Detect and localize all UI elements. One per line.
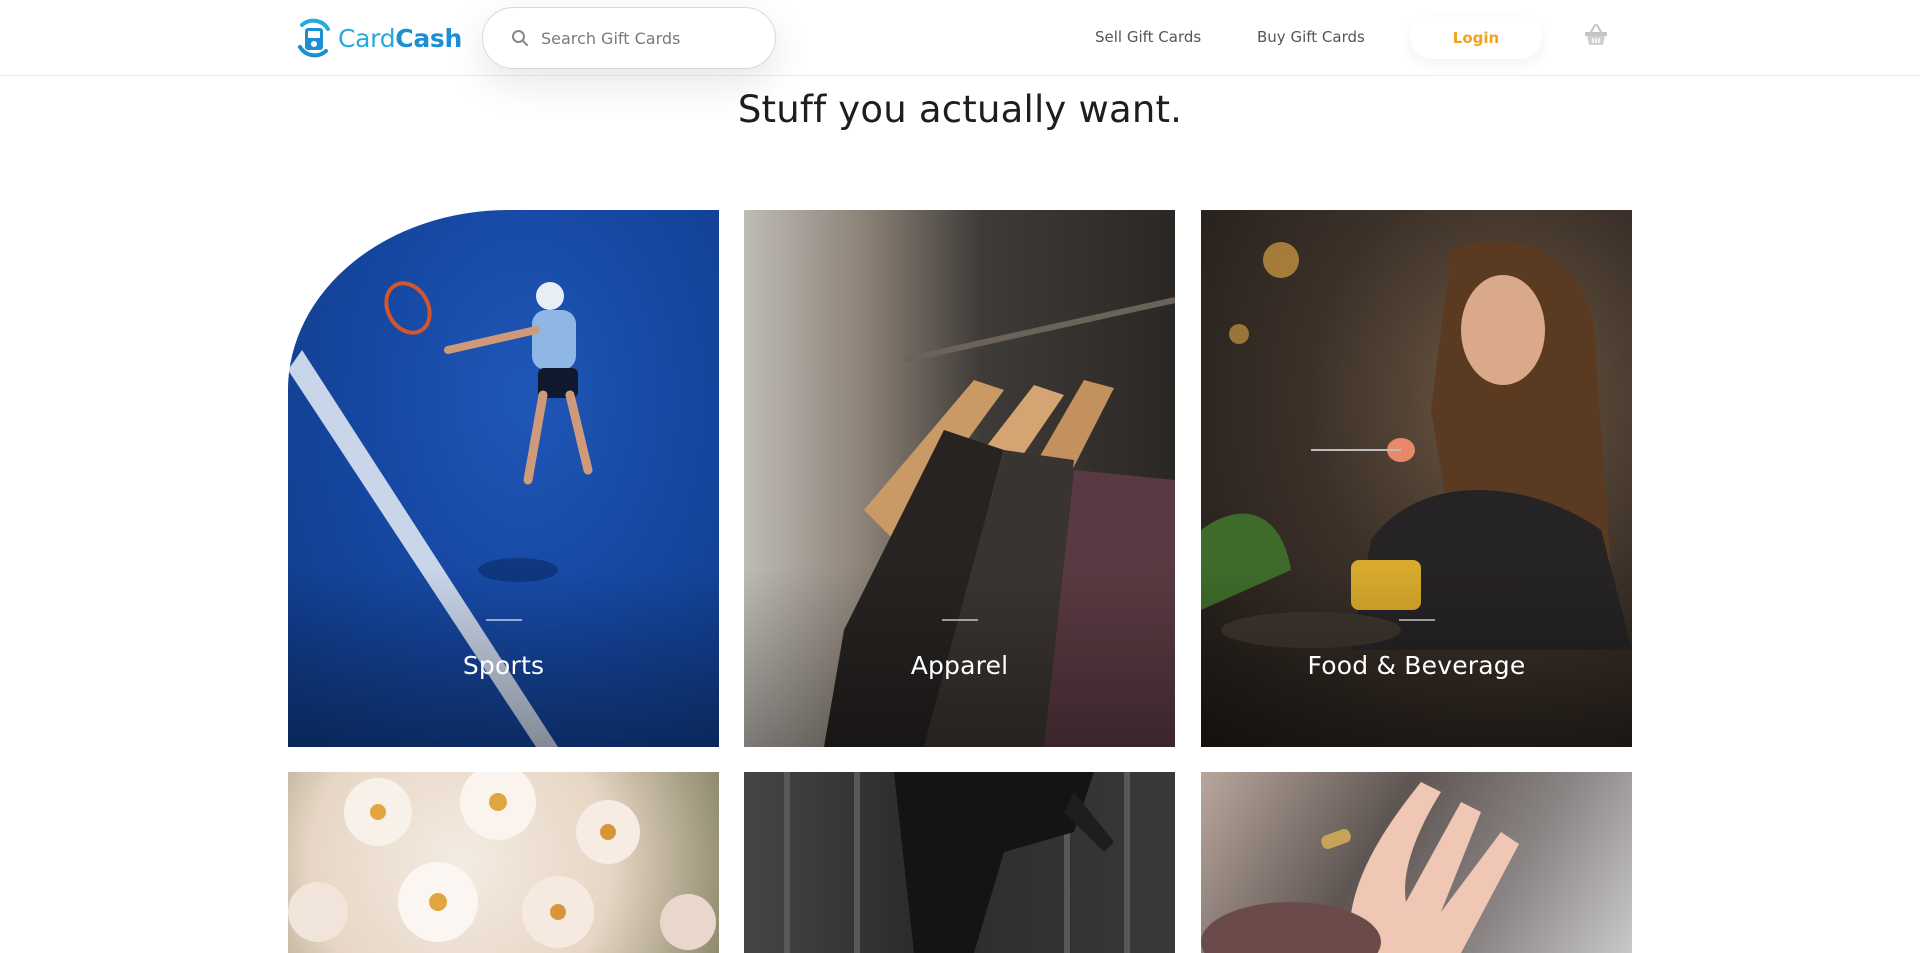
category-tile-sports[interactable]: Sports [288,210,719,747]
category-label: Food & Beverage [1307,651,1526,680]
category-label: Apparel [910,651,1009,680]
tile-divider [485,619,522,621]
search-icon [511,29,529,47]
category-tile-flowers[interactable] [288,772,719,953]
category-tile-apparel[interactable]: Apparel [744,210,1175,747]
tile-divider [941,619,978,621]
category-tile-food-beverage[interactable]: Food & Beverage [1201,210,1632,747]
search-box[interactable] [482,7,776,69]
basket-icon[interactable] [1583,22,1609,48]
page-headline: Stuff you actually want. [737,88,1183,131]
cardcash-logo-icon [298,18,330,58]
nav-sell-gift-cards[interactable]: Sell Gift Cards [1095,28,1201,46]
search-input[interactable] [541,28,761,48]
nav-buy-gift-cards[interactable]: Buy Gift Cards [1257,28,1365,46]
tile-divider [1398,619,1435,621]
site-header: CardCash Sell Gift Cards Buy Gift Cards … [0,0,1920,76]
flowers-image [288,772,716,950]
person-walking-image [784,772,1130,953]
category-tile-wellness[interactable] [1201,772,1632,953]
cardcash-logo[interactable]: CardCash [294,17,462,59]
hand-image [1201,782,1519,953]
category-tile-fashion[interactable] [744,772,1175,953]
category-label: Sports [462,651,545,680]
logo-wordmark: CardCash [338,23,462,53]
login-button[interactable]: Login [1410,17,1542,59]
